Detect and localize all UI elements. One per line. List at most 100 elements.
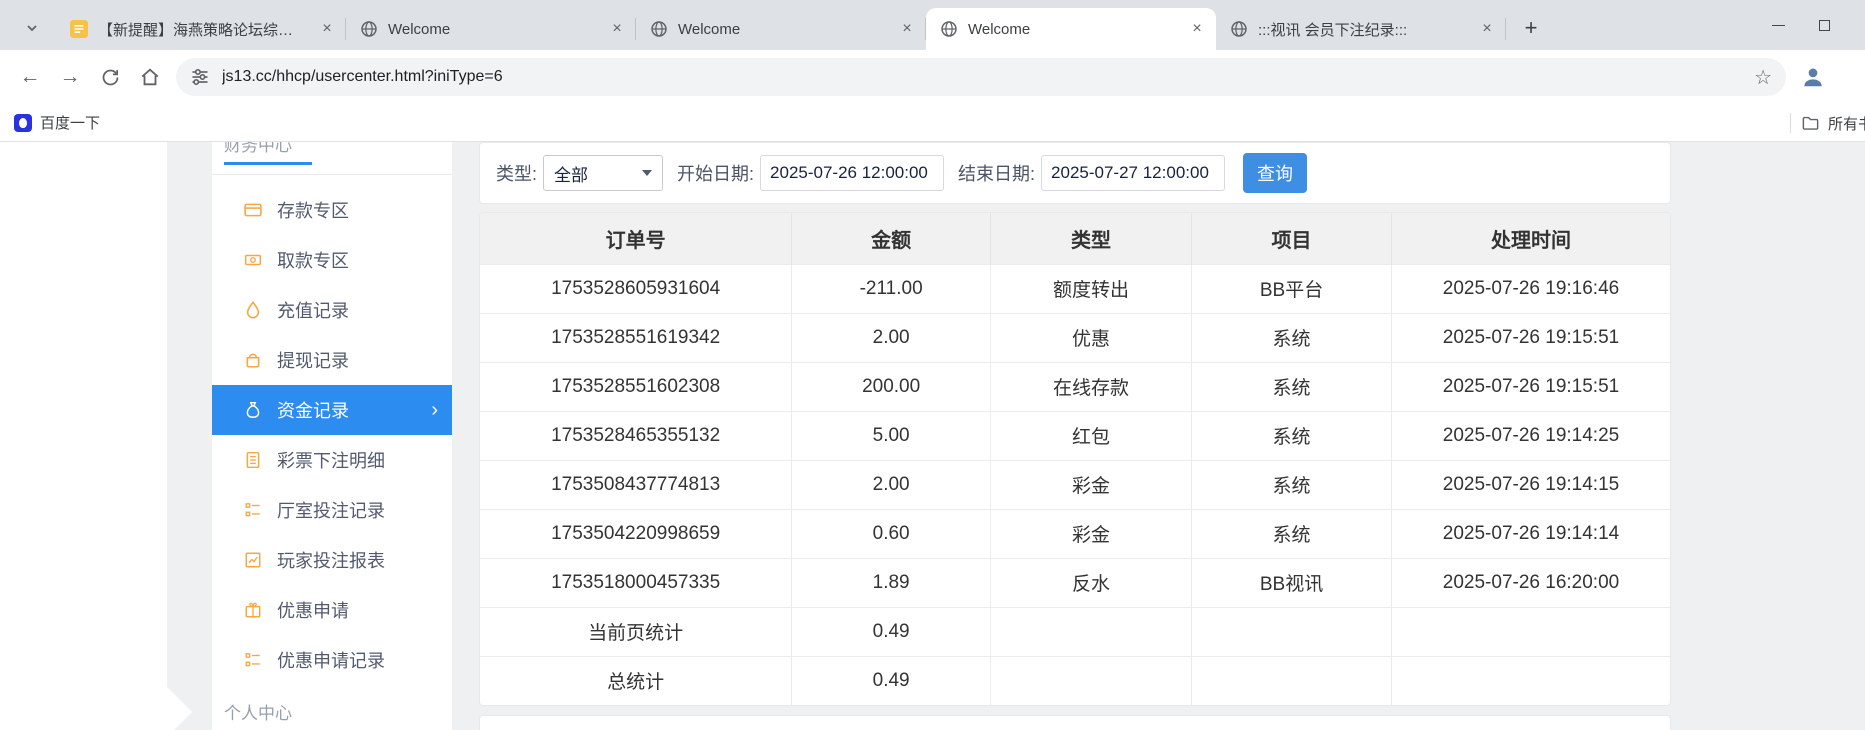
tab-close-icon[interactable]: × [316, 18, 338, 40]
tab-close-icon[interactable]: × [1476, 18, 1498, 40]
table-cell: 系统 [1192, 509, 1392, 558]
start-date-input[interactable] [760, 155, 944, 191]
tab-search-icon[interactable] [16, 12, 48, 44]
column-header: 订单号 [480, 213, 792, 264]
table-cell: 0.60 [792, 509, 991, 558]
table-cell: 2025-07-26 19:15:51 [1392, 313, 1671, 362]
end-date-input[interactable] [1041, 155, 1225, 191]
table-cell: 1753504220998659 [480, 509, 792, 558]
back-icon[interactable]: ← [10, 57, 50, 97]
tab-title: Welcome [388, 21, 596, 38]
sidebar-item[interactable]: 存款专区 › [212, 185, 452, 235]
table-row: 总统计0.49 [480, 656, 1670, 705]
tab-title: Welcome [678, 21, 886, 38]
table-cell: 2025-07-26 16:20:00 [1392, 558, 1671, 607]
table-cell: 2.00 [792, 460, 991, 509]
sidebar-item-label: 玩家投注报表 [277, 547, 385, 573]
table-header-row: 订单号金额类型项目处理时间 [480, 213, 1670, 264]
tab-title: :::视讯 会员下注纪录::: [1258, 19, 1466, 40]
table-cell: 系统 [1192, 313, 1392, 362]
window-controls: × [1755, 0, 1865, 50]
maximize-button[interactable] [1801, 0, 1847, 50]
close-button[interactable]: × [1847, 0, 1865, 50]
sidebar-item[interactable]: 充值记录 › [212, 285, 452, 335]
star-icon[interactable]: ☆ [1754, 65, 1772, 90]
sidebar-item[interactable]: 彩票下注明细 › [212, 435, 452, 485]
minimize-button[interactable] [1755, 0, 1801, 50]
sidebar-item-label: 充值记录 [277, 297, 349, 323]
all-bookmarks-button[interactable]: 所有书签 [1801, 113, 1865, 134]
home-icon[interactable] [130, 57, 170, 97]
sidebar-item[interactable]: 取款专区 › [212, 235, 452, 285]
table-cell: 1753508437774813 [480, 460, 792, 509]
filter-bar: 类型: 全部 开始日期: 结束日期: 查询 [479, 142, 1671, 204]
bookmark-baidu[interactable]: 百度一下 [14, 112, 100, 133]
sidebar-item-icon [244, 251, 262, 269]
url-text[interactable]: js13.cc/hhcp/usercenter.html?iniType=6 [222, 68, 1754, 86]
table-cell [1192, 607, 1392, 656]
table-row: 1753528551602308200.00在线存款系统2025-07-26 1… [480, 362, 1670, 411]
forward-icon[interactable]: → [50, 57, 90, 97]
sidebar-item-label: 资金记录 [277, 397, 349, 423]
refresh-icon[interactable] [90, 57, 130, 97]
table-cell: BB视讯 [1192, 558, 1392, 607]
browser-tab[interactable]: 【新提醒】海燕策略论坛综合交流 × [56, 8, 346, 50]
table-cell: 0.49 [792, 656, 991, 705]
type-select[interactable]: 全部 [543, 155, 663, 191]
browser-tab[interactable]: Welcome × [636, 8, 926, 50]
avatar[interactable] [1794, 58, 1832, 96]
sidebar-item[interactable]: 优惠申请记录 › [212, 635, 452, 685]
tab-favicon [650, 20, 668, 38]
tab-favicon [1230, 20, 1248, 38]
search-button[interactable]: 查询 [1243, 153, 1307, 193]
column-header: 金额 [792, 213, 991, 264]
tab-close-icon[interactable]: × [606, 18, 628, 40]
table-row: 当前页统计0.49 [480, 607, 1670, 656]
table-cell: 2025-07-26 19:14:14 [1392, 509, 1671, 558]
address-bar[interactable]: js13.cc/hhcp/usercenter.html?iniType=6 ☆ [176, 58, 1786, 96]
table-cell: 红包 [990, 411, 1191, 460]
sidebar-item-icon [244, 451, 262, 469]
table-cell: 2025-07-26 19:16:46 [1392, 264, 1671, 313]
table-cell: 200.00 [792, 362, 991, 411]
tab-strip: 【新提醒】海燕策略论坛综合交流 × Welcome × Welcome × We… [56, 8, 1506, 50]
table-cell: 2.00 [792, 313, 991, 362]
browser-toolbar: ← → js13.cc/hhcp/usercenter.html?iniType… [0, 50, 1865, 104]
start-date-label: 开始日期: [677, 160, 754, 186]
browser-tab[interactable]: :::视讯 会员下注纪录::: × [1216, 8, 1506, 50]
folder-icon [1801, 114, 1820, 133]
sidebar-item-icon [244, 301, 262, 319]
tab-close-icon[interactable]: × [896, 18, 918, 40]
chevron-down-icon [642, 170, 652, 176]
sidebar-item-icon [244, 351, 262, 369]
sidebar-item[interactable]: 玩家投注报表 › [212, 535, 452, 585]
table-cell [1192, 656, 1392, 705]
table-cell: 2025-07-26 19:14:15 [1392, 460, 1671, 509]
table-cell: 1.89 [792, 558, 991, 607]
site-controls-icon[interactable] [190, 67, 210, 87]
tab-favicon [360, 20, 378, 38]
records-table: 订单号金额类型项目处理时间 1753528605931604-211.00额度转… [480, 213, 1670, 705]
bookmarks-divider [1790, 113, 1791, 133]
browser-tab[interactable]: Welcome × [926, 8, 1216, 50]
sidebar-item[interactable]: 厅室投注记录 › [212, 485, 452, 535]
table-cell: 1753528551602308 [480, 362, 792, 411]
table-cell: 当前页统计 [480, 607, 792, 656]
table-cell: 1753528551619342 [480, 313, 792, 362]
sidebar-item[interactable]: 提现记录 › [212, 335, 452, 385]
browser-tab[interactable]: Welcome × [346, 8, 636, 50]
table-row: 17535284653551325.00红包系统2025-07-26 19:14… [480, 411, 1670, 460]
tab-close-icon[interactable]: × [1186, 18, 1208, 40]
baidu-favicon [14, 114, 32, 132]
table-cell: 5.00 [792, 411, 991, 460]
table-row: 1753528605931604-211.00额度转出BB平台2025-07-2… [480, 264, 1670, 313]
sidebar-item[interactable]: 资金记录 › [212, 385, 452, 435]
table-cell [990, 656, 1191, 705]
column-header: 项目 [1192, 213, 1392, 264]
new-tab-button[interactable]: + [1514, 11, 1548, 45]
sidebar-item[interactable]: 优惠申请 › [212, 585, 452, 635]
table-body: 1753528605931604-211.00额度转出BB平台2025-07-2… [480, 264, 1670, 705]
sidebar-menu: 存款专区 › 取款专区 › 充值记录 › 提现记录 › 资金记录 › 彩票下注明… [212, 175, 452, 685]
table-cell: 彩金 [990, 509, 1191, 558]
table-cell [1392, 607, 1671, 656]
